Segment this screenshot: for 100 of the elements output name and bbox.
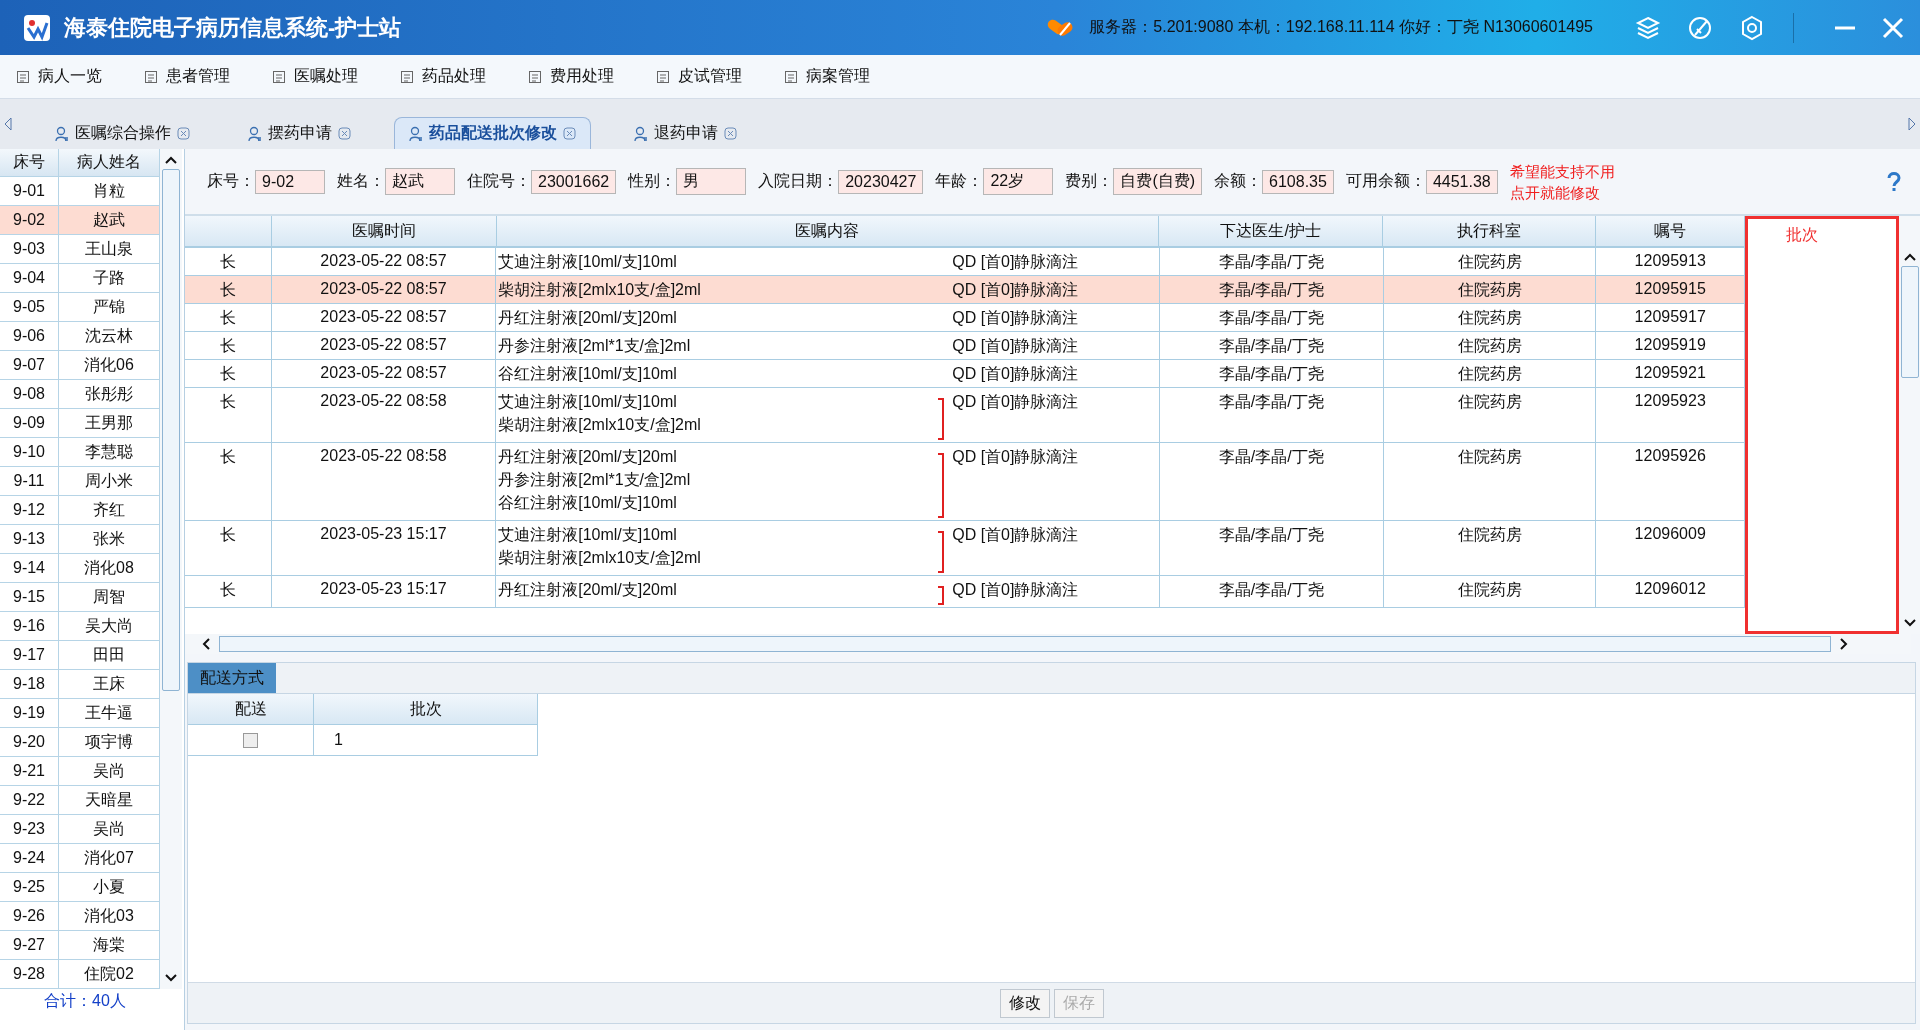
window-title: 海泰住院电子病历信息系统-护士站 <box>64 13 402 42</box>
table-cell-text: 长 <box>219 280 236 300</box>
table-cell: 2023-05-22 08:57 <box>320 364 447 382</box>
table-cell-text: QD [首0]静脉滴注 <box>952 280 1079 300</box>
table-cell-text: 李晶/李晶/丁尧 <box>1218 447 1324 467</box>
table-cell-text: 住院药房 <box>1457 308 1522 328</box>
table-cell-text: QD [首0]静脉滴注 <box>952 525 1079 545</box>
scroll-thumb[interactable] <box>219 636 1831 652</box>
drug-item: 丹参注射液[2ml*1支/盒]2ml <box>498 336 692 356</box>
tab[interactable]: 摆药申请 <box>233 117 366 149</box>
help-icon[interactable] <box>1886 170 1902 193</box>
info-field: 自费(自费) <box>1113 168 1203 195</box>
table-cell: 12095926 <box>1634 447 1706 465</box>
settings-icon[interactable] <box>1739 14 1765 41</box>
table-cell: 2023-05-22 08:57 <box>320 280 447 298</box>
document-icon <box>784 69 798 84</box>
table-cell-text: 长 <box>219 525 236 545</box>
order-row[interactable]: 长 2023-05-22 08:58 丹红注射液[20ml/支]20ml 丹参注射液[2ml*1支/盒]2ml 谷红注射液[10ml/支]10ml QD [首0]静脉滴注 李晶/李晶/丁尧 住院药房 12095926 <box>185 443 1745 521</box>
order-row[interactable]: 长 2023-05-22 08:57 谷红注射液[10ml/支]10ml QD [首0]静脉滴注 李晶/李晶/丁尧 住院药房 12095921 <box>185 360 1745 388</box>
menu-item[interactable]: 药品处理 <box>398 62 488 91</box>
info-field: 23001662 <box>531 169 617 194</box>
table-cell-text: 长 <box>219 580 236 600</box>
brush-icon[interactable] <box>1687 14 1713 41</box>
close-icon[interactable] <box>724 127 737 140</box>
tab[interactable]: 配送方式 <box>188 663 276 693</box>
close-icon[interactable] <box>338 127 351 140</box>
scroll-down-icon[interactable] <box>1902 618 1917 628</box>
table-cell-text: 住院药房 <box>1457 364 1522 384</box>
table-cell-text: QD [首0]静脉滴注 <box>952 580 1079 600</box>
drug-item: 艾迪注射液[10ml/支]10ml <box>498 252 678 272</box>
document-icon <box>16 69 30 84</box>
tab[interactable]: 医嘱综合操作 <box>40 117 205 149</box>
table-cell-text: QD [首0]静脉滴注 <box>952 336 1079 356</box>
patient-row[interactable]: 9-02 赵武 <box>0 206 160 235</box>
order-row[interactable]: 长 2023-05-22 08:57 丹红注射液[20ml/支]20ml QD [首0]静脉滴注 李晶/李晶/丁尧 住院药房 12095917 <box>185 304 1745 332</box>
layers-icon[interactable] <box>1635 14 1661 41</box>
scroll-right-icon[interactable] <box>1839 637 1849 651</box>
table-cell: 2023-05-22 08:58 <box>320 447 447 465</box>
table-cell-text: 李晶/李晶/丁尧 <box>1218 525 1324 545</box>
table-cell: 12095915 <box>1634 280 1706 298</box>
menu-item[interactable]: 患者管理 <box>142 62 232 91</box>
column-header: 执行科室 <box>1383 216 1597 246</box>
field-label: 床号： <box>207 171 255 191</box>
table-cell-text: 李晶/李晶/丁尧 <box>1218 252 1324 272</box>
checkbox[interactable] <box>243 732 258 748</box>
table-cell-text: 长 <box>219 392 236 412</box>
table-cell: 12095917 <box>1634 308 1706 326</box>
table-cell-text: 长 <box>219 308 236 328</box>
menu-item[interactable]: 费用处理 <box>526 62 616 91</box>
table-cell: 12095919 <box>1634 336 1706 354</box>
scroll-down-icon[interactable] <box>164 973 178 983</box>
close-icon[interactable] <box>563 127 576 140</box>
scroll-up-icon[interactable] <box>164 155 178 165</box>
scroll-left-icon[interactable] <box>201 637 211 651</box>
scroll-thumb[interactable] <box>162 169 180 691</box>
action-button[interactable]: 修改 <box>999 988 1050 1018</box>
scroll-thumb[interactable] <box>1900 266 1919 378</box>
menu-item[interactable]: 医嘱处理 <box>270 62 360 91</box>
table-cell-text: QD [首0]静脉滴注 <box>952 392 1079 412</box>
menu-item[interactable]: 皮试管理 <box>654 62 744 91</box>
close-icon[interactable] <box>177 127 190 140</box>
drug-item: 丹参注射液[2ml*1支/盒]2ml <box>498 470 692 490</box>
tab[interactable]: 药品配送批次修改 <box>394 117 591 149</box>
tab[interactable]: 退药申请 <box>619 117 752 149</box>
table-cell: 12095921 <box>1634 364 1706 382</box>
field-label: 费别： <box>1065 171 1114 191</box>
order-row[interactable]: 长 2023-05-22 08:57 柴胡注射液[2mlx10支/盒]2ml QD [首0]静脉滴注 李晶/李晶/丁尧 住院药房 12095915 <box>185 276 1745 304</box>
drug-item: 丹红注射液[20ml/支]20ml <box>498 308 678 328</box>
drug-item: 丹红注射液[20ml/支]20ml <box>498 580 678 600</box>
drug-item: 柴胡注射液[2mlx10支/盒]2ml <box>498 548 702 568</box>
document-icon <box>656 69 670 84</box>
table-cell-text: 住院药房 <box>1457 525 1522 545</box>
order-row[interactable]: 长 2023-05-23 15:17 艾迪注射液[10ml/支]10ml 柴胡注射液[2mlx10支/盒]2ml QD [首0]静脉滴注 李晶/李晶/丁尧 住院药房 12096009 <box>185 521 1745 576</box>
scroll-up-icon[interactable] <box>1902 252 1917 262</box>
drug-item: 谷红注射液[10ml/支]10ml <box>498 493 678 513</box>
table-cell: 2023-05-23 15:17 <box>320 525 447 543</box>
table-cell-text: 住院药房 <box>1457 580 1522 600</box>
server-status: 服务器：5.201:9080 本机：192.168.11.114 你好：丁尧 N13060601495 <box>1089 17 1593 37</box>
scrollbar[interactable] <box>160 149 182 989</box>
field-label: 入院日期： <box>758 171 839 191</box>
logo-icon <box>24 14 50 41</box>
table-cell-text: 李晶/李晶/丁尧 <box>1218 392 1324 412</box>
table-cell-text: 住院药房 <box>1457 252 1522 272</box>
column-header: 医嘱时间 <box>271 216 497 246</box>
table-cell-text: 长 <box>219 336 236 356</box>
table-cell: 1 <box>334 731 343 749</box>
order-row[interactable]: 长 2023-05-22 08:58 艾迪注射液[10ml/支]10ml 柴胡注射液[2mlx10支/盒]2ml QD [首0]静脉滴注 李晶/李晶/丁尧 住院药房 12095923 <box>185 388 1745 443</box>
table-cell-text: 李晶/李晶/丁尧 <box>1218 280 1324 300</box>
table-cell: 2023-05-22 08:57 <box>320 336 447 354</box>
menu-item[interactable]: 病人一览 <box>14 62 104 91</box>
info-field: 赵武 <box>385 168 455 195</box>
menu-item[interactable]: 病案管理 <box>782 62 872 91</box>
table-cell: 2023-05-22 08:57 <box>320 308 447 326</box>
order-row[interactable]: 长 2023-05-23 15:17 丹红注射液[20ml/支]20ml QD [首0]静脉滴注 李晶/李晶/丁尧 住院药房 12096012 <box>185 576 1745 608</box>
drug-item: 柴胡注射液[2mlx10支/盒]2ml <box>498 280 702 300</box>
order-row[interactable]: 长 2023-05-22 08:57 丹参注射液[2ml*1支/盒]2ml QD [首0]静脉滴注 李晶/李晶/丁尧 住院药房 12095919 <box>185 332 1745 360</box>
info-field: 9-02 <box>255 169 325 194</box>
table-cell: 2023-05-23 15:17 <box>320 580 447 598</box>
column-header: 床号 <box>0 149 59 176</box>
scrollbar[interactable] <box>1899 216 1920 634</box>
